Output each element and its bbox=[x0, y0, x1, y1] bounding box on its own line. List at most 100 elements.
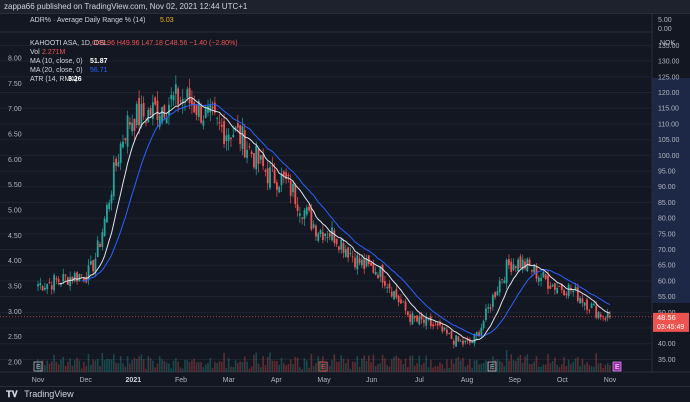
volume-bar bbox=[303, 358, 306, 372]
candle-body bbox=[312, 224, 315, 228]
volume-bar bbox=[452, 363, 455, 372]
volume-bar bbox=[186, 360, 189, 372]
right-axis-tick: 130.00 bbox=[658, 59, 680, 66]
candle-body bbox=[101, 232, 104, 247]
candle-body bbox=[140, 104, 143, 127]
volume-bar bbox=[253, 354, 255, 372]
volume-bar bbox=[365, 360, 368, 372]
right-axis-tick: 120.00 bbox=[658, 90, 680, 97]
volume-bar bbox=[101, 353, 104, 372]
volume-bar bbox=[413, 365, 416, 372]
volume-bar bbox=[209, 358, 212, 372]
candle-body bbox=[271, 165, 274, 167]
volume-bar bbox=[80, 368, 83, 372]
adr-tick-top: 5.00 bbox=[658, 17, 672, 24]
volume-bar bbox=[331, 360, 333, 372]
volume-bar bbox=[416, 363, 418, 372]
volume-bar bbox=[354, 362, 356, 372]
volume-bar bbox=[50, 361, 53, 372]
left-axis-tick: 6.50 bbox=[8, 132, 22, 139]
candle-body bbox=[494, 292, 497, 298]
candle-body bbox=[110, 194, 113, 204]
candle-body bbox=[108, 202, 111, 210]
volume-bar bbox=[232, 367, 235, 372]
candle-body bbox=[276, 182, 278, 190]
legend-ma20-label: MA (20, close, 0) bbox=[30, 67, 83, 74]
chart-canvas[interactable]: ADR% · Average Daily Range % (14) 5.03 5… bbox=[0, 14, 690, 386]
volume-bar bbox=[216, 363, 218, 372]
candle-body bbox=[393, 291, 395, 300]
volume-bar bbox=[92, 359, 94, 372]
volume-bar bbox=[498, 360, 501, 372]
candle-body bbox=[351, 256, 354, 258]
time-axis-tick: Jul bbox=[415, 377, 424, 384]
candle-body bbox=[48, 281, 51, 283]
volume-bar bbox=[384, 358, 386, 372]
volume-bar bbox=[103, 360, 106, 372]
candle-body bbox=[342, 243, 345, 253]
candle-body bbox=[174, 84, 177, 94]
volume-bar bbox=[163, 361, 166, 372]
time-axis-tick: Apr bbox=[271, 377, 283, 384]
volume-bar bbox=[508, 360, 510, 372]
volume-bar bbox=[430, 359, 432, 372]
candle-body bbox=[514, 266, 517, 269]
volume-bar bbox=[572, 361, 575, 372]
candle-body bbox=[83, 278, 85, 281]
volume-bar bbox=[299, 367, 301, 372]
volume-bar bbox=[76, 357, 78, 372]
candle-body bbox=[349, 253, 352, 254]
volume-bar bbox=[340, 355, 343, 372]
time-axis-tick: Mar bbox=[223, 377, 236, 384]
candle-body bbox=[551, 284, 554, 287]
candle-body bbox=[338, 246, 340, 250]
volume-bar bbox=[574, 358, 577, 372]
candle-body bbox=[498, 280, 501, 293]
candle-body bbox=[377, 274, 379, 279]
volume-bar bbox=[262, 356, 264, 372]
candle-body bbox=[289, 181, 292, 196]
volume-bar bbox=[48, 363, 51, 372]
candle-body bbox=[92, 260, 95, 272]
candle-body bbox=[604, 318, 607, 320]
right-axis-tick: 80.00 bbox=[658, 216, 676, 223]
volume-bar bbox=[537, 366, 540, 372]
volume-bar bbox=[195, 362, 198, 372]
volume-bar bbox=[145, 368, 147, 372]
adr-value: 5.03 bbox=[160, 17, 174, 24]
candle-body bbox=[216, 117, 219, 119]
event-marker-label: E bbox=[615, 364, 620, 371]
candle-body bbox=[310, 207, 313, 230]
candle-body bbox=[354, 257, 356, 268]
volume-bar bbox=[333, 354, 336, 372]
candle-body bbox=[287, 175, 290, 177]
volume-bar bbox=[243, 356, 246, 372]
volume-bar bbox=[133, 357, 136, 372]
candle-body bbox=[218, 122, 221, 124]
candle-body bbox=[193, 102, 196, 113]
candle-body bbox=[579, 298, 582, 304]
volume-bar bbox=[542, 364, 545, 372]
candle-body bbox=[156, 100, 159, 120]
volume-bar bbox=[531, 363, 533, 372]
volume-bar bbox=[418, 355, 421, 372]
candle-body bbox=[191, 98, 193, 105]
volume-bar bbox=[434, 365, 437, 372]
candle-body bbox=[432, 324, 435, 327]
volume-bar bbox=[485, 360, 487, 372]
volume-bar bbox=[358, 367, 361, 372]
volume-bar bbox=[342, 358, 345, 372]
candle-body bbox=[112, 162, 115, 197]
left-axis-tick: 3.00 bbox=[8, 309, 22, 316]
volume-bar bbox=[335, 361, 338, 372]
candle-body bbox=[542, 271, 545, 278]
candle-body bbox=[462, 340, 464, 345]
candle-body bbox=[553, 283, 556, 290]
candle-body bbox=[269, 167, 271, 188]
candle-body bbox=[517, 259, 520, 272]
time-axis-tick: 2021 bbox=[126, 377, 142, 384]
legend-atr-value: 3.26 bbox=[68, 76, 82, 83]
volume-bar bbox=[53, 354, 55, 372]
volume-bar bbox=[287, 364, 290, 372]
candle-body bbox=[99, 244, 101, 247]
